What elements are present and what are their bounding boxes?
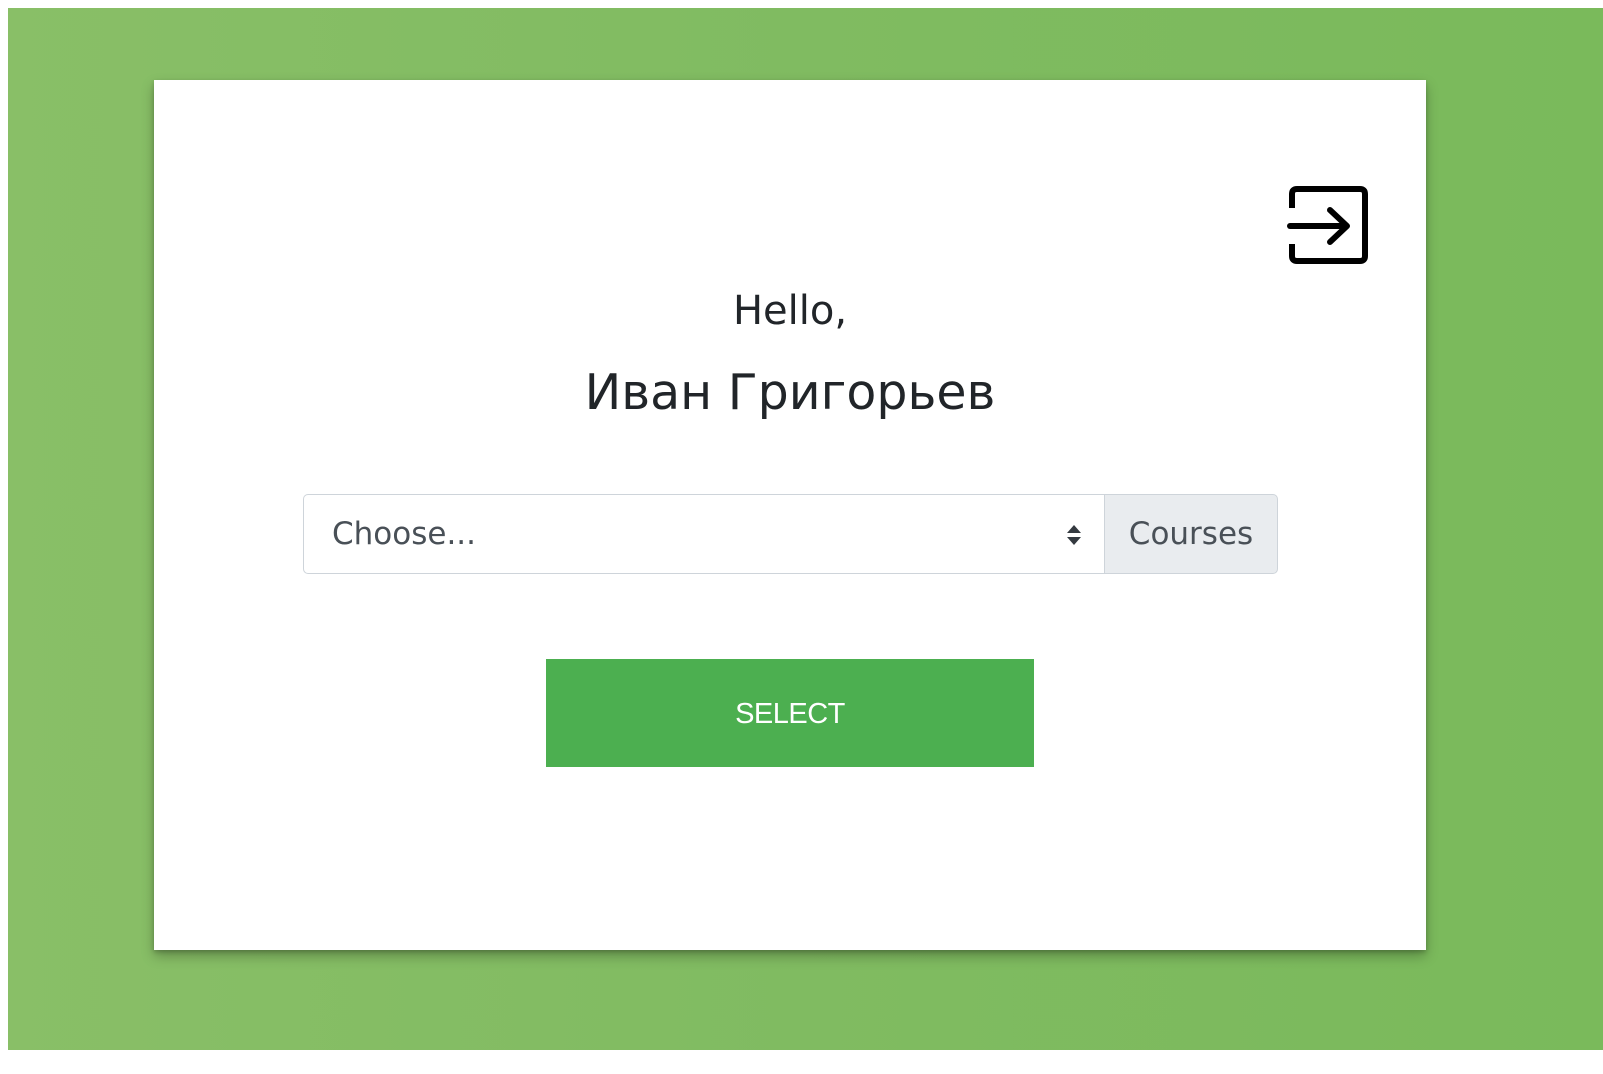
courses-label: Courses: [1104, 494, 1278, 574]
select-arrows-icon: [1067, 525, 1081, 545]
course-input-group: Choose... Courses: [303, 494, 1278, 574]
select-button[interactable]: SELECT: [546, 659, 1034, 767]
greeting-hello: Hello,: [732, 288, 848, 334]
logout-button[interactable]: [1286, 186, 1370, 268]
logout-arrow-icon: [1287, 186, 1368, 264]
user-name: Иван Григорьев: [584, 364, 996, 421]
course-select[interactable]: Choose...: [303, 494, 1104, 574]
course-select-value: Choose...: [332, 516, 477, 552]
